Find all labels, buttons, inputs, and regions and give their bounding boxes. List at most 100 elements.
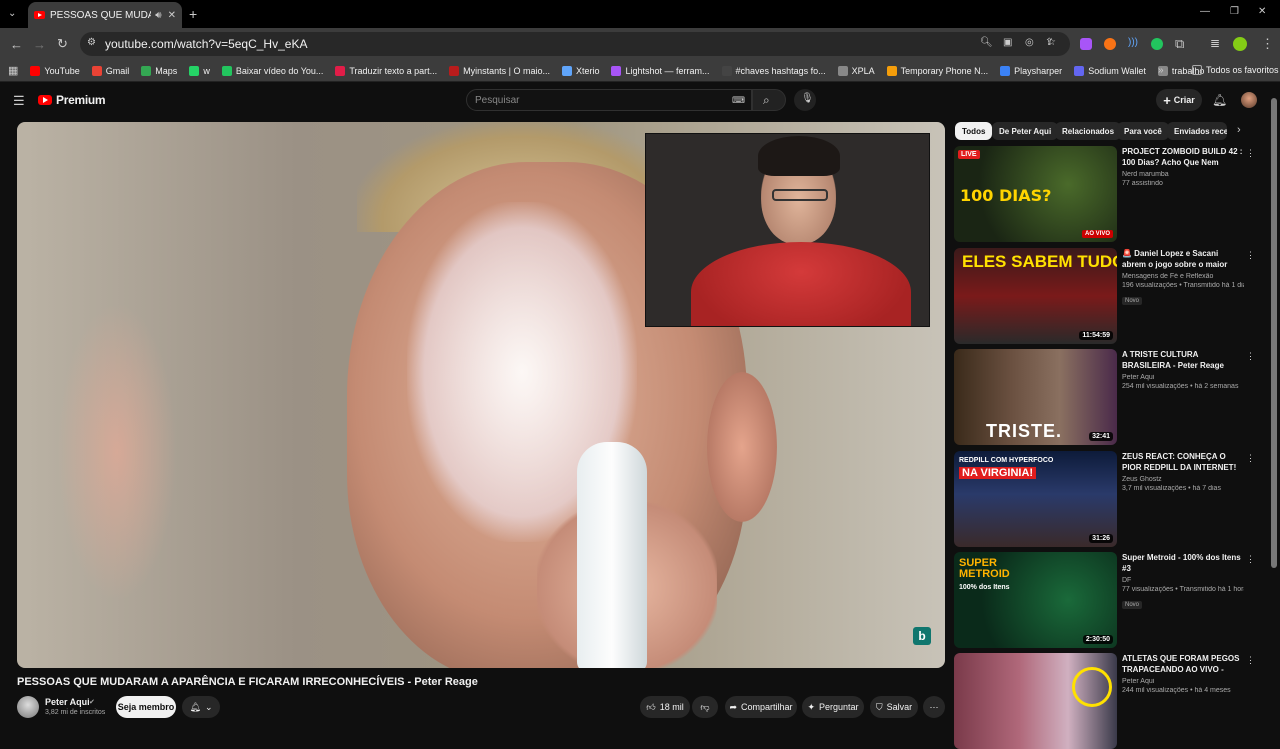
browser-menu-icon[interactable]: ⋮ — [1261, 36, 1274, 52]
recommendation-item[interactable]: ATLETAS QUE FORAM PEGOS TRAPACEANDO AO V… — [954, 653, 1260, 749]
share-button[interactable]: ➦ Compartilhar — [725, 696, 797, 718]
recommendation-thumbnail[interactable]: LIVE 100 DIAS? AO VIVO — [954, 146, 1117, 242]
apps-grid-icon[interactable]: ▦ — [8, 64, 18, 77]
reading-list-icon[interactable]: ≣ — [1210, 36, 1220, 50]
search-input[interactable]: Pesquisar ⌨ — [466, 89, 752, 111]
recommendation-item[interactable]: ELES SABEM TUDO 11:54:59 🚨 Daniel Lopez … — [954, 248, 1260, 344]
ask-button[interactable]: ✦ Perguntar — [802, 696, 864, 718]
bookmark-item[interactable]: #chaves hashtags fo... — [721, 65, 826, 76]
page-scrollbar[interactable] — [1271, 88, 1277, 718]
channel-name[interactable]: Peter Aqui — [45, 697, 90, 707]
recommendation-channel[interactable]: Nerd marumba — [1122, 171, 1244, 178]
chip-de-peter-aqui[interactable]: De Peter Aqui — [992, 122, 1059, 140]
site-info-icon[interactable]: ⚙ — [87, 37, 96, 48]
save-button[interactable]: ⛉ Salvar — [870, 696, 918, 718]
all-favorites[interactable]: Todos os favoritos — [1192, 65, 1279, 75]
create-button[interactable]: + Criar — [1156, 89, 1202, 111]
bookmark-item[interactable]: Baixar vídeo do You... — [221, 65, 323, 76]
recommendation-channel[interactable]: DF — [1122, 577, 1244, 584]
profile-avatar[interactable] — [1233, 37, 1247, 51]
search-button[interactable]: ⌕ — [752, 89, 786, 111]
keyboard-icon[interactable]: ⌨ — [732, 95, 745, 106]
bookmark-item[interactable]: Sodium Wallet — [1074, 65, 1146, 76]
like-button[interactable]: 👍︎ 18 mil — [640, 696, 690, 718]
grammar-extension-icon[interactable] — [1151, 38, 1163, 50]
reload-icon[interactable]: ↻ — [57, 36, 68, 52]
speaker-icon[interactable]: 🔊︎ — [155, 10, 161, 21]
bookmark-item[interactable]: Lightshot — ferram... — [611, 65, 710, 76]
more-options-icon[interactable]: ⋮ — [1246, 554, 1255, 565]
cast-icon[interactable]: ▣ — [1003, 37, 1012, 48]
minimize-icon[interactable]: — — [1200, 6, 1210, 17]
chip-para-voce[interactable]: Para você — [1117, 122, 1169, 140]
more-options-icon[interactable]: ⋮ — [1246, 250, 1255, 261]
bookmark-item[interactable]: Xterio — [561, 65, 599, 76]
zoom-icon[interactable]: 🔍︎ — [980, 37, 993, 48]
bookmark-item[interactable]: YouTube — [30, 65, 80, 76]
bookmark-item[interactable]: Temporary Phone N... — [886, 65, 988, 76]
recommendation-item[interactable]: REDPILL COM HYPERFOCO NA VIRGINIA! 31:26… — [954, 451, 1260, 547]
recommendation-channel[interactable]: Peter Aqui — [1122, 374, 1244, 381]
chevron-right-icon[interactable]: › — [1237, 124, 1241, 136]
new-tab-icon[interactable]: + — [189, 6, 197, 22]
bookmark-item[interactable]: w — [189, 65, 210, 76]
scrollbar-thumb[interactable] — [1271, 98, 1277, 568]
restore-icon[interactable]: ❐ — [1230, 6, 1239, 17]
recommendation-channel[interactable]: Zeus Ghostz — [1122, 476, 1244, 483]
recommendation-title[interactable]: A TRISTE CULTURA BRASILEIRA - Peter Reag… — [1122, 349, 1244, 371]
bookmark-star-icon[interactable]: ☆ — [1047, 37, 1056, 48]
recommendation-title[interactable]: 🚨 Daniel Lopez e Sacani abrem o jogo sob… — [1122, 248, 1244, 270]
bookmark-item[interactable]: Playsharper — [1000, 65, 1062, 76]
recommendation-item[interactable]: LIVE 100 DIAS? AO VIVO PROJECT ZOMBOID B… — [954, 146, 1260, 242]
recommendation-title[interactable]: PROJECT ZOMBOID BUILD 42 : 100 Dias? Ach… — [1122, 146, 1244, 168]
notifications-bell-icon[interactable]: 🔔︎ — [1212, 93, 1227, 107]
more-options-icon[interactable]: ⋮ — [1246, 148, 1255, 159]
audio-extension-icon[interactable]: ))) — [1128, 37, 1138, 48]
browser-tab[interactable]: PESSOAS QUE MUDARAM A 🔊︎ ✕ — [28, 2, 182, 28]
back-icon[interactable]: ← — [10, 37, 23, 52]
recommendation-channel[interactable]: Peter Aqui — [1122, 678, 1244, 685]
recommendation-title[interactable]: Super Metroid - 100% dos Itens #3 — [1122, 552, 1244, 574]
forward-icon[interactable]: → — [33, 37, 46, 52]
hamburger-menu-icon[interactable]: ☰ — [13, 93, 25, 109]
close-tab-icon[interactable]: ✕ — [168, 10, 176, 21]
more-options-icon[interactable]: ⋮ — [1246, 655, 1255, 666]
recommendation-thumbnail[interactable]: SUPER METROID 100% dos Itens 2:30:50 — [954, 552, 1117, 648]
close-window-icon[interactable]: ✕ — [1258, 6, 1266, 17]
address-bar[interactable]: ⚙ youtube.com/watch?v=5eqC_Hv_eKA 🔍︎ ▣ ◎… — [80, 32, 1070, 56]
tab-list-icon[interactable]: ⌄ — [8, 8, 16, 19]
subscription-bell-button[interactable]: 🔔︎ ⌄ — [182, 696, 220, 718]
video-player[interactable]: b — [17, 122, 945, 668]
download-extension-icon[interactable] — [1080, 38, 1092, 50]
bookmark-item[interactable]: Gmail — [91, 65, 129, 76]
recommendation-title[interactable]: ATLETAS QUE FORAM PEGOS TRAPACEANDO AO V… — [1122, 653, 1244, 675]
chip-relacionados[interactable]: Relacionados — [1055, 122, 1122, 140]
voice-search-button[interactable]: 🎙︎ — [794, 89, 816, 111]
chip-enviados-recentemente[interactable]: Enviados recen — [1167, 122, 1227, 140]
recommendation-thumbnail[interactable]: TRISTE. 32:41 — [954, 349, 1117, 445]
recommendation-thumbnail[interactable]: REDPILL COM HYPERFOCO NA VIRGINIA! 31:26 — [954, 451, 1117, 547]
fire-extension-icon[interactable] — [1104, 38, 1116, 50]
recommendation-item[interactable]: SUPER METROID 100% dos Itens 2:30:50 Sup… — [954, 552, 1260, 648]
more-bookmarks-icon[interactable]: » — [1158, 65, 1164, 76]
more-options-icon[interactable]: ⋮ — [1246, 351, 1255, 362]
channel-avatar[interactable] — [17, 696, 39, 718]
bookmark-item[interactable]: XPLA — [837, 65, 875, 76]
bookmark-item[interactable]: Myinstants | O maio... — [449, 65, 550, 76]
recommendation-thumbnail[interactable]: ELES SABEM TUDO 11:54:59 — [954, 248, 1117, 344]
extensions-icon[interactable]: ⧉ — [1175, 36, 1184, 52]
eye-off-icon[interactable]: ◎ — [1025, 37, 1034, 48]
recommendation-title[interactable]: ZEUS REACT: CONHEÇA O PIOR REDPILL DA IN… — [1122, 451, 1244, 473]
youtube-logo[interactable]: Premium — [38, 93, 106, 107]
bookmark-item[interactable]: Maps — [141, 65, 177, 76]
recommendation-item[interactable]: TRISTE. 32:41 A TRISTE CULTURA BRASILEIR… — [954, 349, 1260, 445]
recommendation-thumbnail[interactable] — [954, 653, 1117, 749]
bookmark-item[interactable]: Traduzir texto a part... — [335, 65, 437, 76]
more-actions-button[interactable]: ⋯ — [923, 696, 945, 718]
more-options-icon[interactable]: ⋮ — [1246, 453, 1255, 464]
account-avatar[interactable] — [1241, 92, 1257, 108]
chip-todos[interactable]: Todos — [955, 122, 993, 140]
dislike-button[interactable]: 👎︎ — [692, 696, 718, 718]
recommendation-channel[interactable]: Mensagens de Fé e Reflexão — [1122, 273, 1244, 280]
channel-watermark[interactable]: b — [913, 627, 931, 645]
